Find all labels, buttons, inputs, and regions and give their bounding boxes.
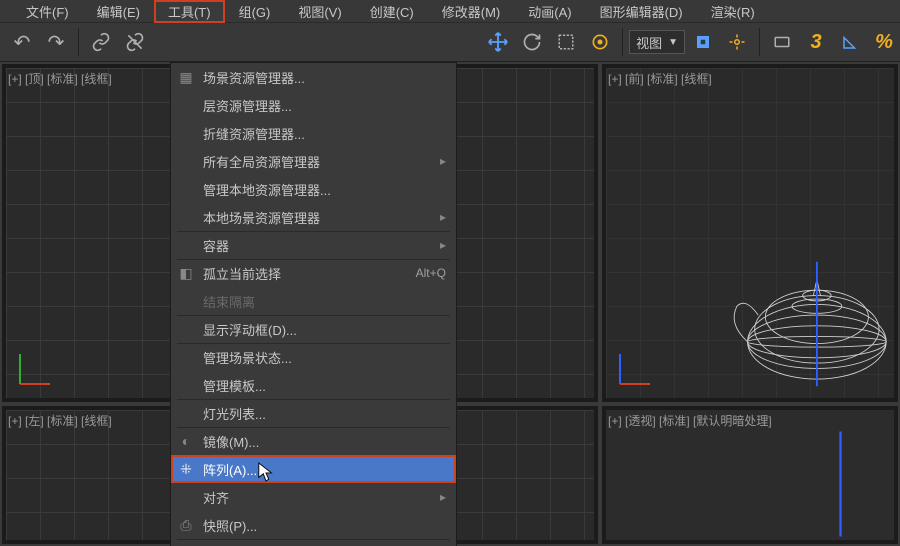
grid-icon: ▦ [177, 68, 195, 86]
placement-button[interactable] [584, 26, 616, 58]
reference-coord-label: 视图 [636, 33, 662, 52]
toolbar-separator [622, 28, 623, 56]
menu-item-light-lister[interactable]: 灯光列表... [171, 399, 456, 427]
viewport-perspective[interactable]: [+] [透视] [标准] [默认明暗处理] [602, 406, 898, 544]
viewport-area: [+] [顶] [标准] [线框] [+] [前] [标准] [线框] [0, 62, 900, 546]
rotate-button[interactable] [516, 26, 548, 58]
menu-item-snapshot[interactable]: ⎙ 快照(P)... [171, 511, 456, 539]
menu-rendering[interactable]: 渲染(R) [697, 0, 769, 23]
move-button[interactable] [482, 26, 514, 58]
scale-button[interactable] [550, 26, 582, 58]
menu-item-all-global-explorers[interactable]: 所有全局资源管理器 ▸ [171, 147, 456, 175]
menu-bar: 文件(F) 编辑(E) 工具(T) 组(G) 视图(V) 创建(C) 修改器(M… [0, 0, 900, 22]
menu-item-manage-templates[interactable]: 管理模板... [171, 371, 456, 399]
angle-snap-button[interactable] [834, 26, 866, 58]
menu-graph-editors[interactable]: 图形编辑器(D) [586, 0, 697, 23]
redo-button[interactable]: ↷ [40, 26, 72, 58]
tools-menu: ▦ 场景资源管理器... 层资源管理器... 折缝资源管理器... 所有全局资源… [170, 62, 457, 546]
menu-view[interactable]: 视图(V) [284, 0, 355, 23]
snapshot-icon: ⎙ [177, 516, 195, 534]
menu-create[interactable]: 创建(C) [356, 0, 428, 23]
menu-file[interactable]: 文件(F) [12, 0, 83, 23]
viewport-label-front[interactable]: [+] [前] [标准] [线框] [608, 70, 712, 87]
chevron-down-icon: ▼ [668, 37, 678, 48]
toolbar-separator [78, 28, 79, 56]
menu-item-rename-objects[interactable]: ✎ 重命名对象... [171, 539, 456, 546]
menu-item-floating-viewport[interactable]: 显示浮动框(D)... [171, 315, 456, 343]
undo-button[interactable]: ↶ [6, 26, 38, 58]
unlink-button[interactable] [119, 26, 151, 58]
link-button[interactable] [85, 26, 117, 58]
menu-item-layer-explorer[interactable]: 层资源管理器... [171, 91, 456, 119]
main-toolbar: ↶ ↷ 视图 ▼ 3 [0, 22, 900, 62]
manipulate-button[interactable] [721, 26, 753, 58]
toolbar-separator [759, 28, 760, 56]
percent-snap-button[interactable]: % [868, 26, 900, 58]
submenu-arrow-icon: ▸ [436, 490, 446, 504]
menu-animation[interactable]: 动画(A) [514, 0, 585, 23]
snap-3d-button[interactable]: 3 [800, 26, 832, 58]
menu-group[interactable]: 组(G) [225, 0, 285, 23]
shortcut-label: Alt+Q [416, 266, 446, 280]
viewport-label-top[interactable]: [+] [顶] [标准] [线框] [8, 70, 112, 87]
teapot-shaded [738, 424, 898, 544]
menu-tools[interactable]: 工具(T) [154, 0, 225, 23]
menu-item-scene-explorer[interactable]: ▦ 场景资源管理器... [171, 63, 456, 91]
axis-gizmo [10, 344, 60, 394]
axis-gizmo [610, 344, 660, 394]
menu-item-manage-scene-states[interactable]: 管理场景状态... [171, 343, 456, 371]
submenu-arrow-icon: ▸ [436, 210, 446, 224]
viewport-label-left[interactable]: [+] [左] [标准] [线框] [8, 412, 112, 429]
menu-item-manage-local-explorer[interactable]: 管理本地资源管理器... [171, 175, 456, 203]
menu-item-mirror[interactable]: ◐ 镜像(M)... [171, 427, 456, 455]
submenu-arrow-icon: ▸ [436, 238, 446, 252]
menu-item-isolate-selection[interactable]: ◧ 孤立当前选择 Alt+Q [171, 259, 456, 287]
pivot-button[interactable] [687, 26, 719, 58]
menu-item-end-isolate: 结束隔离 [171, 287, 456, 315]
keyboard-shortcut-button[interactable] [766, 26, 798, 58]
array-icon: ⁜ [177, 460, 195, 478]
submenu-arrow-icon: ▸ [436, 154, 446, 168]
menu-item-array[interactable]: ⁜ 阵列(A)... [171, 455, 456, 483]
isolate-icon: ◧ [177, 264, 195, 282]
menu-item-containers[interactable]: 容器 ▸ [171, 231, 456, 259]
menu-edit[interactable]: 编辑(E) [83, 0, 154, 23]
viewport-front[interactable]: [+] [前] [标准] [线框] [602, 64, 898, 402]
reference-coord-dropdown[interactable]: 视图 ▼ [629, 30, 685, 54]
menu-item-crease-explorer[interactable]: 折缝资源管理器... [171, 119, 456, 147]
menu-modifiers[interactable]: 修改器(M) [428, 0, 515, 23]
menu-item-align[interactable]: 对齐 ▸ [171, 483, 456, 511]
mirror-icon: ◐ [177, 432, 195, 450]
menu-item-local-scene-explorer[interactable]: 本地场景资源管理器 ▸ [171, 203, 456, 231]
